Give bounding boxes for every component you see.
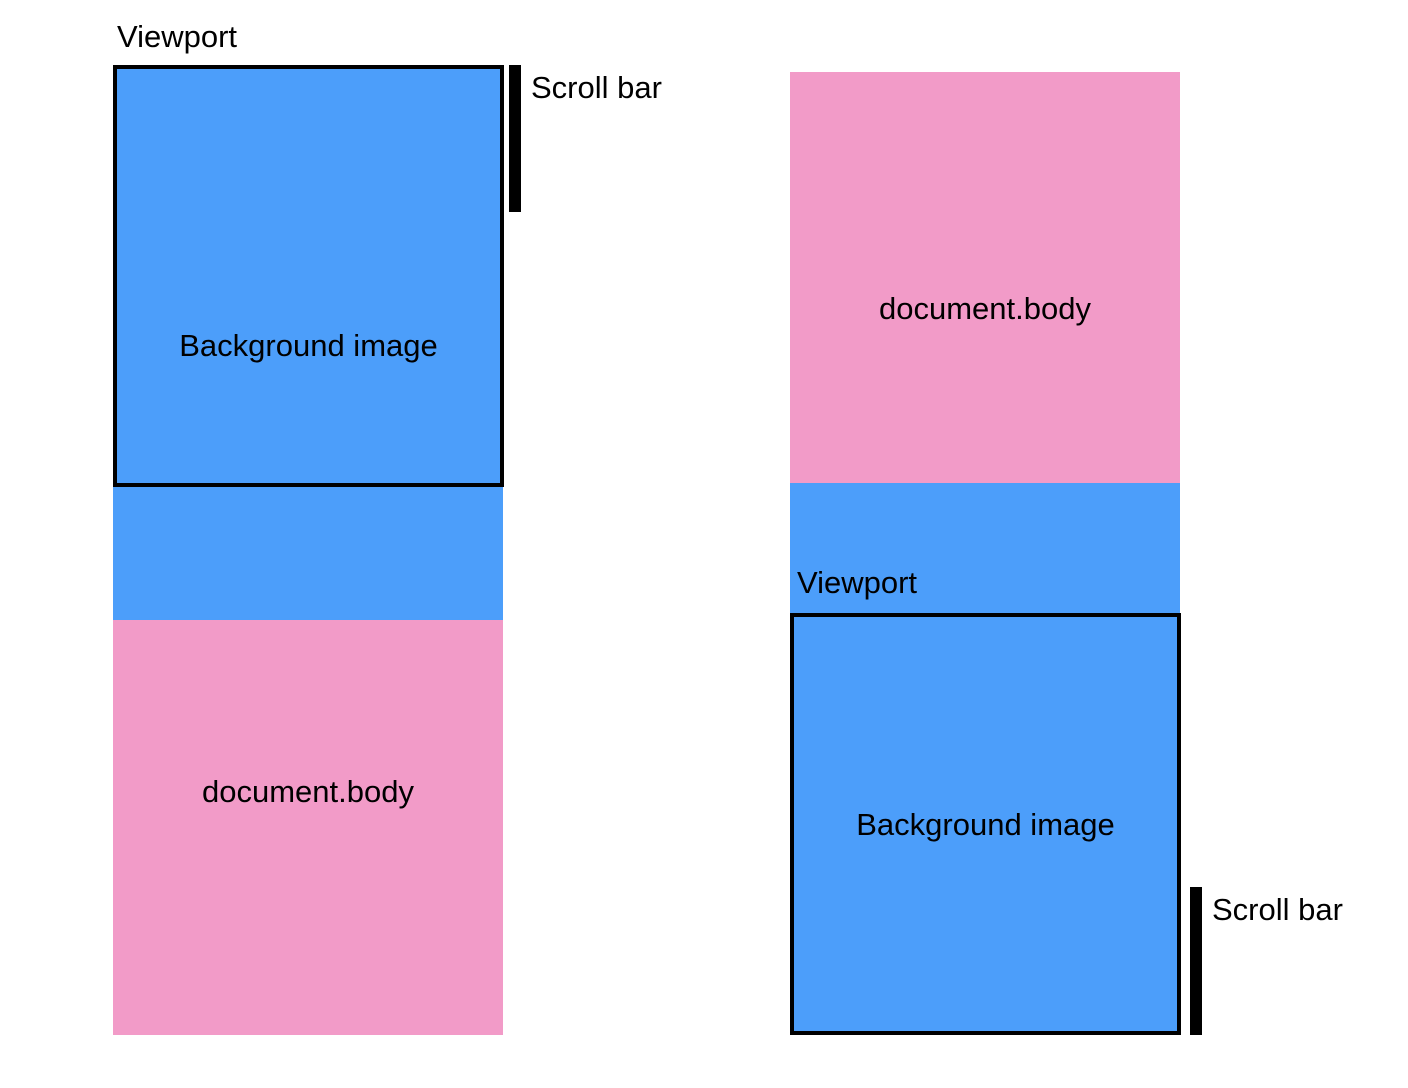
right-document-body: document.body: [790, 72, 1180, 483]
left-scroll-bar: [509, 65, 521, 212]
right-background-image-label: Background image: [856, 807, 1115, 842]
right-viewport-label: Viewport: [797, 565, 918, 600]
left-viewport-label: Viewport: [117, 19, 238, 54]
left-viewport-frame: Background image: [113, 65, 504, 487]
right-viewport-frame: Background image: [790, 613, 1181, 1035]
left-document-body-label: document.body: [202, 774, 414, 809]
left-scroll-bar-label: Scroll bar: [531, 70, 662, 105]
left-diagram: Viewport document.body Background image …: [0, 0, 704, 1088]
right-document-body-label: document.body: [879, 291, 1091, 326]
right-scroll-bar: [1190, 887, 1202, 1035]
left-document-body: document.body: [113, 620, 503, 1035]
right-diagram: document.body Viewport Background image …: [704, 0, 1408, 1088]
right-scroll-bar-label: Scroll bar: [1212, 892, 1343, 927]
left-background-image-label: Background image: [179, 328, 438, 363]
